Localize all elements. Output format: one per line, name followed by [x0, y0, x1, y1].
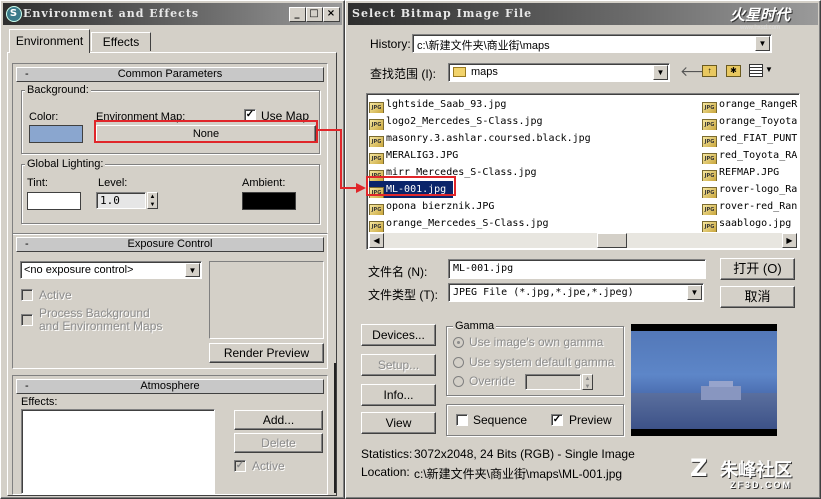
zf3d-logo-icon: Z	[690, 454, 708, 482]
annotation-arrow	[318, 129, 366, 193]
annotation-arrow-head	[356, 183, 366, 193]
watermark-bottom: Z 朱峰社区 ZF3D.COM	[690, 454, 792, 490]
tab-environment[interactable]: Environment	[9, 29, 90, 53]
watermark-top: 火星时代 www.hxsd.com	[729, 6, 790, 31]
annotation-arrow-line	[318, 129, 358, 189]
